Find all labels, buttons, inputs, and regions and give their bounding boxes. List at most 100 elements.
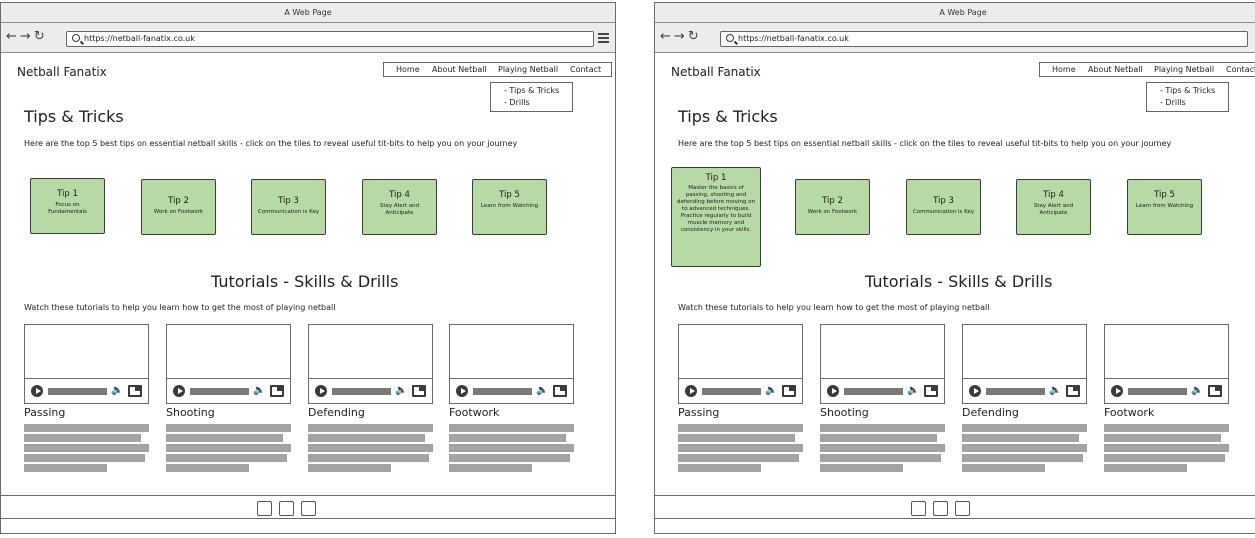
text-placeholder [962,424,1087,474]
video-player[interactable]: 🔈 [820,324,945,404]
tip-title: Tip 2 [168,196,189,206]
nav-home[interactable]: Home [396,63,420,76]
tip-desc: Work on Footwork [153,209,204,215]
play-icon[interactable] [827,385,839,397]
fullscreen-icon[interactable] [128,385,142,397]
video-controls: 🔈 [450,378,573,403]
volume-icon[interactable]: 🔈 [111,384,123,398]
refresh-icon[interactable]: ↻ [34,29,48,44]
tip-detail: Master the basics of passing, shooting a… [677,185,755,233]
volume-icon[interactable]: 🔈 [536,384,548,398]
forward-arrow-icon[interactable]: → [20,29,34,44]
tip-tile-3[interactable]: Tip 3 Communication is Key [906,179,981,235]
video-player[interactable]: 🔈 [678,324,803,404]
hamburger-menu-icon[interactable] [598,33,609,43]
video-player[interactable]: 🔈 [449,324,574,404]
volume-icon[interactable]: 🔈 [395,384,407,398]
nav-contact[interactable]: Contact [1226,63,1255,76]
tip-tile-5[interactable]: Tip 5 Learn from Watching [1127,179,1202,235]
social-link-box[interactable] [257,501,272,516]
submenu-tips-tricks[interactable]: - Tips & Tricks [504,85,572,97]
nav-about-netball[interactable]: About Netball [432,63,487,76]
fullscreen-icon[interactable] [782,385,796,397]
play-icon[interactable] [456,385,468,397]
forward-arrow-icon[interactable]: → [674,29,688,44]
fullscreen-icon[interactable] [553,385,567,397]
fullscreen-icon[interactable] [924,385,938,397]
fullscreen-icon[interactable] [1208,385,1222,397]
play-icon[interactable] [31,385,43,397]
search-icon [726,34,734,42]
browser-nav-icons: ←→↻ [660,29,702,45]
nav-playing-netball[interactable]: Playing Netball [1154,63,1214,76]
playing-netball-dropdown: - Tips & Tricks - Drills [1146,82,1229,112]
video-progress[interactable] [332,388,391,395]
tip-title: Tip 1 [57,189,78,199]
site-brand[interactable]: Netball Fanatix [671,65,761,79]
video-progress[interactable] [702,388,761,395]
volume-icon[interactable]: 🔈 [765,384,777,398]
tip-title: Tip 1 [705,173,727,183]
video-player[interactable]: 🔈 [24,324,149,404]
social-link-box[interactable] [301,501,316,516]
back-arrow-icon[interactable]: ← [660,29,674,44]
video-progress[interactable] [844,388,903,395]
back-arrow-icon[interactable]: ← [6,29,20,44]
footer [655,495,1255,519]
tip-tile-2[interactable]: Tip 2 Work on Footwork [795,179,870,235]
nav-playing-netball[interactable]: Playing Netball [498,63,558,76]
url-field[interactable]: https://netball-fanatix.co.uk [66,31,594,47]
video-progress[interactable] [986,388,1045,395]
fullscreen-icon[interactable] [1066,385,1080,397]
tip-desc: Stay Alert and Anticipate [379,203,420,216]
social-link-box[interactable] [933,501,948,516]
nav-contact[interactable]: Contact [570,63,601,76]
play-icon[interactable] [969,385,981,397]
play-icon[interactable] [685,385,697,397]
video-label-defending: Defending [962,406,1019,419]
submenu-drills[interactable]: - Drills [1160,97,1228,109]
tip-tile-5[interactable]: Tip 5 Learn from Watching [472,179,547,235]
site-brand[interactable]: Netball Fanatix [17,65,107,79]
social-link-box[interactable] [955,501,970,516]
play-icon[interactable] [1111,385,1123,397]
social-link-box[interactable] [279,501,294,516]
play-icon[interactable] [315,385,327,397]
fullscreen-icon[interactable] [412,385,426,397]
url-field[interactable]: https://netball-fanatix.co.uk [720,31,1248,47]
url-text: https://netball-fanatix.co.uk [738,34,849,43]
tip-tile-4[interactable]: Tip 4 Stay Alert and Anticipate [1016,179,1091,235]
submenu-tips-tricks[interactable]: - Tips & Tricks [1160,85,1228,97]
video-progress[interactable] [48,388,107,395]
fullscreen-icon[interactable] [270,385,284,397]
tip-title: Tip 3 [278,196,299,206]
tutorials-heading: Tutorials - Skills & Drills [865,272,1053,291]
tip-desc: Work on Footwork [807,209,858,215]
tip-tile-3[interactable]: Tip 3 Communication is Key [251,179,326,235]
video-progress[interactable] [1128,388,1187,395]
play-icon[interactable] [173,385,185,397]
tip-title: Tip 2 [822,196,843,206]
video-progress[interactable] [190,388,249,395]
tip-tile-2[interactable]: Tip 2 Work on Footwork [141,179,216,235]
video-player[interactable]: 🔈 [962,324,1087,404]
text-placeholder [820,424,945,474]
volume-icon[interactable]: 🔈 [253,384,265,398]
video-progress[interactable] [473,388,532,395]
social-link-box[interactable] [911,501,926,516]
video-player[interactable]: 🔈 [166,324,291,404]
volume-icon[interactable]: 🔈 [1049,384,1061,398]
refresh-icon[interactable]: ↻ [688,29,702,44]
video-player[interactable]: 🔈 [1104,324,1229,404]
window-title: A Web Page [655,3,1255,23]
volume-icon[interactable]: 🔈 [1191,384,1203,398]
tip-tile-4[interactable]: Tip 4 Stay Alert and Anticipate [362,179,437,235]
volume-icon[interactable]: 🔈 [907,384,919,398]
submenu-drills[interactable]: - Drills [504,97,572,109]
nav-about-netball[interactable]: About Netball [1088,63,1143,76]
nav-home[interactable]: Home [1052,63,1076,76]
search-icon [72,34,80,42]
video-player[interactable]: 🔈 [308,324,433,404]
tip-tile-1-expanded[interactable]: Tip 1 Master the basics of passing, shoo… [671,167,761,267]
tip-tile-1[interactable]: Tip 1 Focus on Fundamentals [30,178,105,234]
